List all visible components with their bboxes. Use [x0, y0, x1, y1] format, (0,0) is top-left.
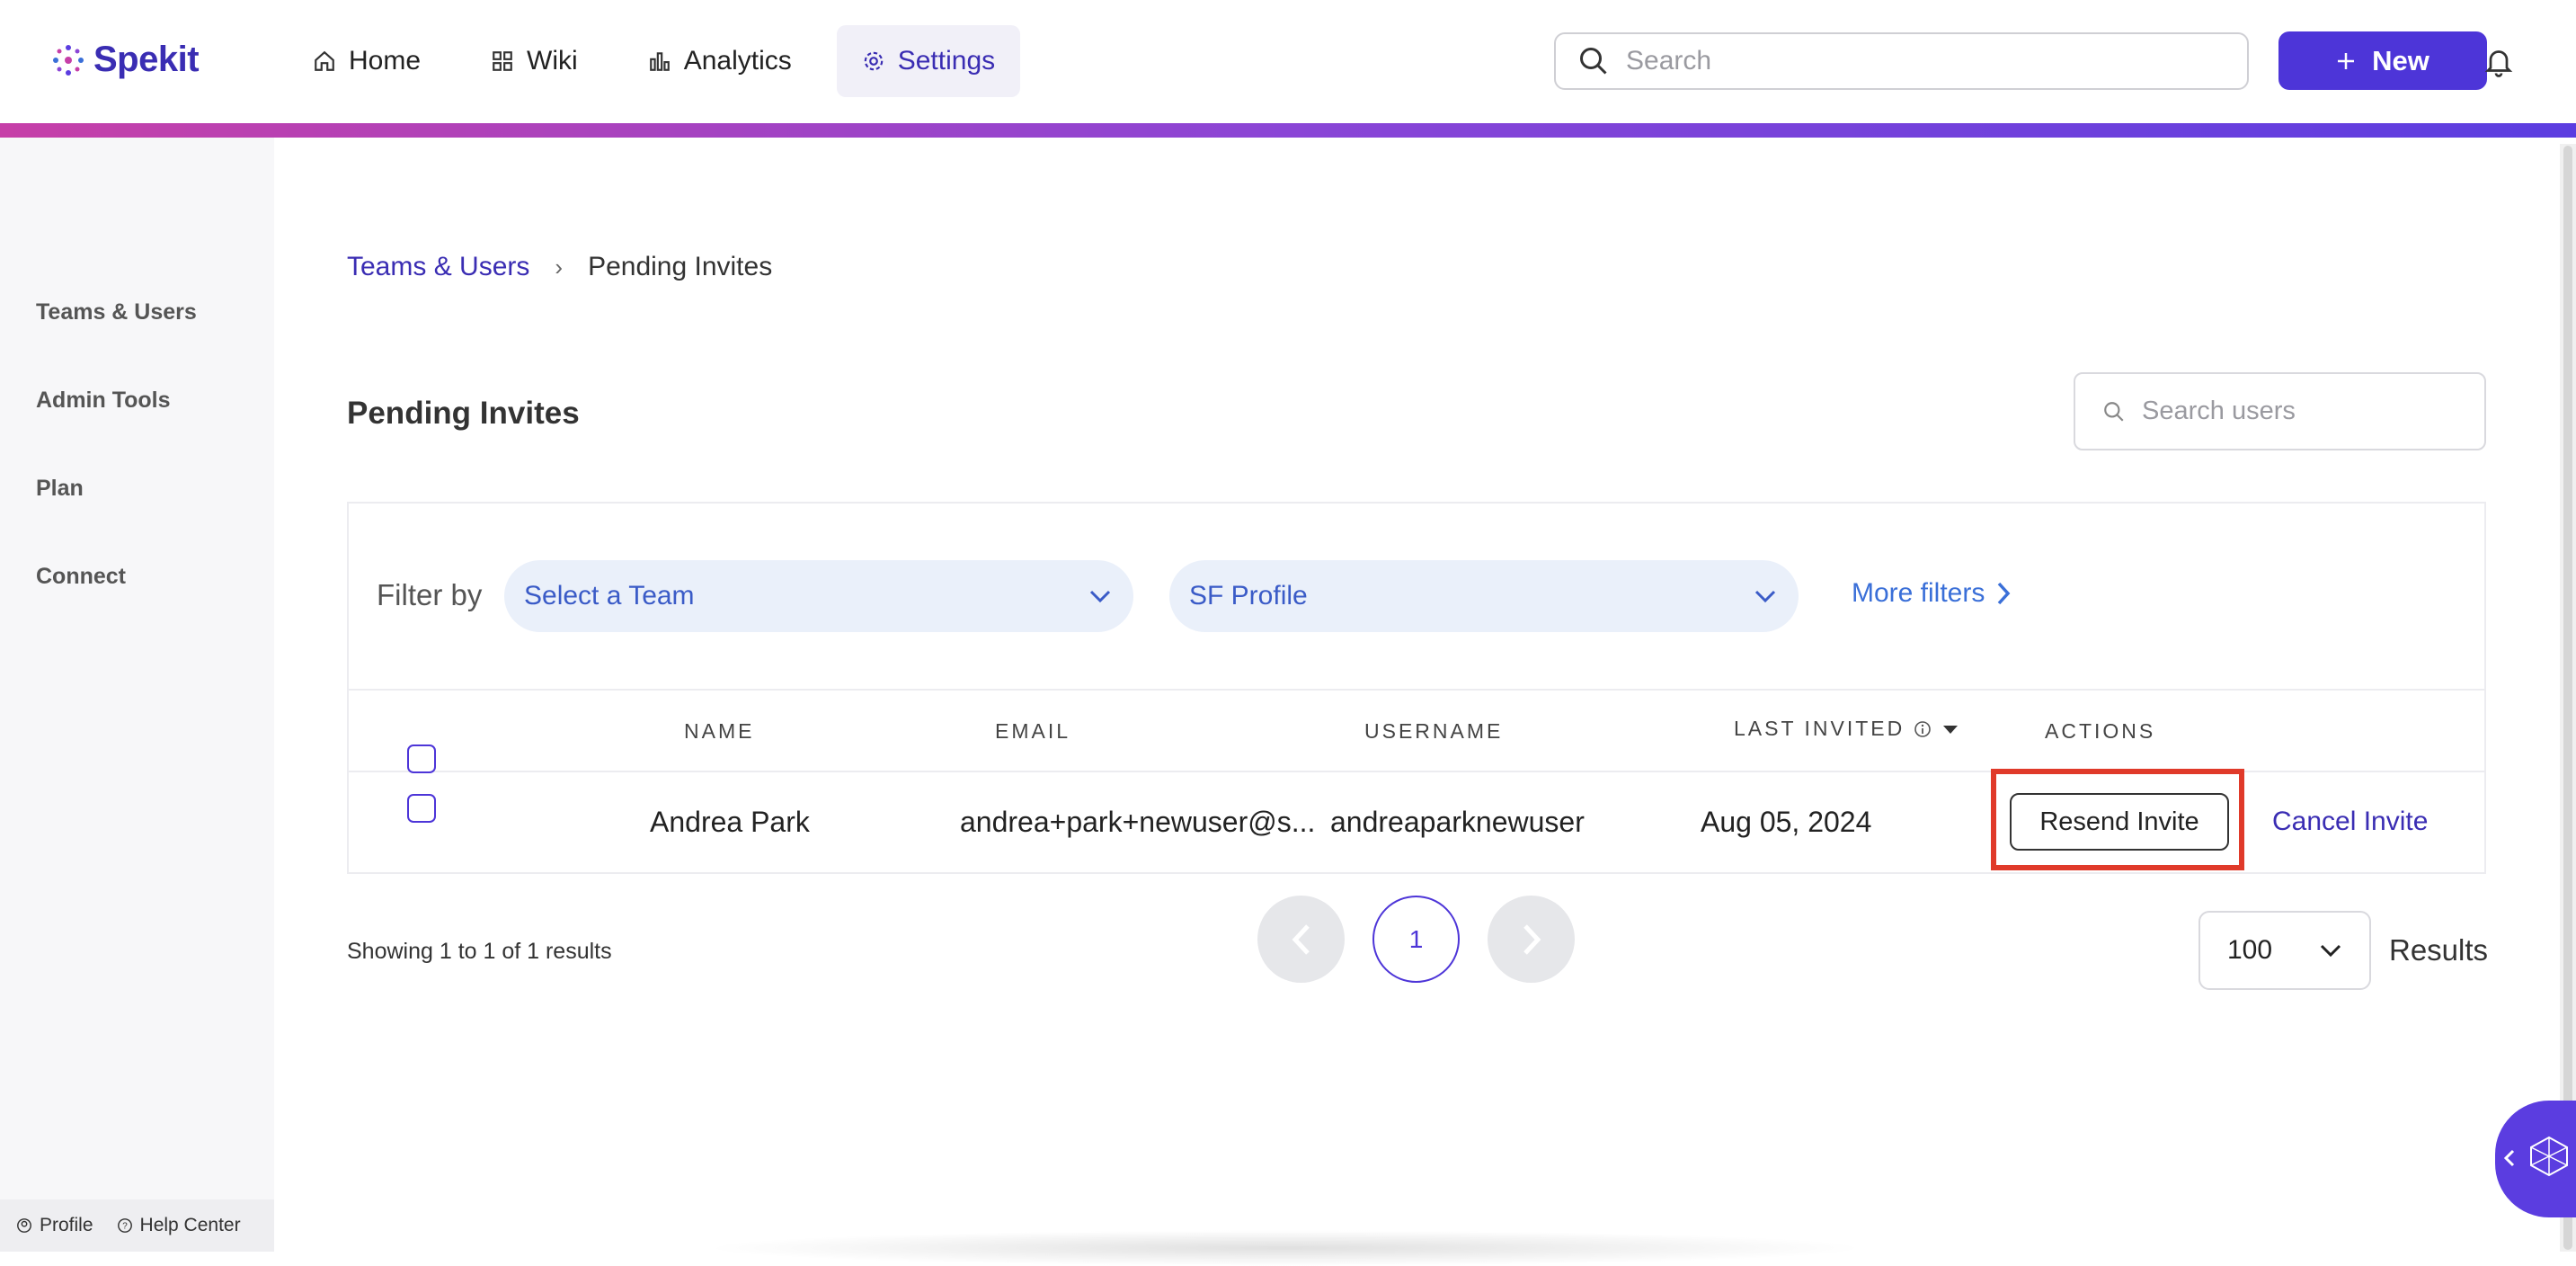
results-label: Results	[2389, 933, 2489, 967]
row-email: andrea+park+newuser@s...	[960, 806, 1316, 838]
user-search-input[interactable]	[2142, 397, 2465, 426]
help-center-link[interactable]: ? Help Center	[117, 1215, 241, 1236]
chevron-down-icon	[2320, 944, 2341, 958]
scrollbar-thumb[interactable]	[2563, 146, 2572, 1250]
breadcrumb-teams-users[interactable]: Teams & Users	[347, 252, 529, 282]
header-gradient-divider	[0, 123, 2576, 138]
profile-icon	[17, 1218, 31, 1233]
chevron-down-icon	[1089, 590, 1111, 603]
page-1-button[interactable]: 1	[1372, 896, 1460, 983]
breadcrumb-current: Pending Invites	[588, 252, 773, 281]
nav-settings[interactable]: Settings	[836, 25, 1021, 97]
row-username: andreaparknewuser	[1330, 806, 1585, 838]
gear-icon	[864, 51, 884, 71]
home-icon	[315, 50, 334, 71]
nav-analytics[interactable]: Analytics	[623, 25, 817, 97]
breadcrumb-separator: ›	[555, 253, 564, 281]
help-icon: ?	[117, 1218, 132, 1233]
page-size-select[interactable]: 100	[2198, 911, 2371, 990]
row-name: Andrea Park	[650, 806, 810, 838]
chevron-left-icon	[2503, 1149, 2515, 1167]
page-title: Pending Invites	[347, 396, 580, 431]
resend-invite-button[interactable]: Resend Invite	[2010, 793, 2229, 851]
sidebar-item-teams-users[interactable]: Teams & Users	[36, 299, 197, 325]
nav-analytics-label: Analytics	[683, 46, 792, 76]
chart-icon	[649, 52, 670, 71]
settings-sidebar: Teams & Users Admin Tools Plan Connect	[0, 138, 274, 1252]
breadcrumb: Teams & Users › Pending Invites	[347, 252, 772, 282]
bell-icon[interactable]	[2483, 45, 2515, 77]
chevron-right-icon	[1998, 582, 2011, 605]
column-header-last-invited[interactable]: LAST INVITED	[1734, 717, 1960, 741]
svg-text:?: ?	[122, 1222, 128, 1232]
profile-label: Profile	[40, 1215, 93, 1235]
column-header-email[interactable]: EMAIL	[995, 719, 1070, 744]
chevron-down-icon	[1754, 590, 1776, 603]
logo-text: Spekit	[93, 40, 200, 79]
new-button[interactable]: New	[2278, 31, 2487, 90]
sidebar-footer: Profile ? Help Center	[0, 1199, 274, 1252]
team-select-value: Select a Team	[524, 581, 695, 611]
search-icon	[1580, 48, 1607, 75]
page-size-value: 100	[2227, 935, 2273, 965]
nav-settings-label: Settings	[897, 46, 996, 76]
search-icon	[2104, 401, 2124, 422]
team-select[interactable]: Select a Team	[504, 560, 1133, 632]
info-icon[interactable]	[1914, 720, 1932, 738]
nav-home-label: Home	[349, 46, 422, 76]
filter-label: Filter by	[377, 578, 483, 611]
spekit-logo[interactable]: Spekit	[50, 40, 200, 80]
nav-home[interactable]: Home	[288, 25, 446, 97]
column-header-username[interactable]: USERNAME	[1364, 719, 1503, 744]
bottom-shadow	[701, 1230, 1870, 1266]
select-all-checkbox[interactable]	[407, 744, 436, 773]
sidebar-item-admin-tools[interactable]: Admin Tools	[36, 388, 171, 414]
chevron-right-icon	[1523, 923, 1541, 955]
new-button-label: New	[2372, 44, 2429, 76]
sort-desc-icon[interactable]	[1941, 723, 1960, 736]
top-bar: Spekit Home Wiki Analytics Settings New	[0, 0, 2576, 123]
last-invited-label: LAST INVITED	[1734, 717, 1905, 740]
next-page-button[interactable]	[1488, 896, 1575, 983]
user-search[interactable]	[2074, 372, 2486, 450]
results-summary: Showing 1 to 1 of 1 results	[347, 939, 612, 964]
row-checkbox[interactable]	[407, 794, 436, 823]
column-header-name[interactable]: NAME	[684, 719, 754, 744]
cancel-invite-link[interactable]: Cancel Invite	[2272, 807, 2428, 837]
main-nav: Home Wiki Analytics Settings	[288, 25, 1021, 97]
sidebar-item-plan[interactable]: Plan	[36, 476, 84, 502]
sf-profile-select[interactable]: SF Profile	[1169, 560, 1799, 632]
prev-page-button[interactable]	[1257, 896, 1345, 983]
profile-link[interactable]: Profile	[16, 1215, 93, 1236]
global-search-input[interactable]	[1626, 46, 2210, 76]
row-last-invited: Aug 05, 2024	[1701, 806, 1872, 838]
column-header-actions: ACTIONS	[2045, 719, 2156, 743]
global-search[interactable]	[1554, 32, 2249, 90]
nav-wiki-label: Wiki	[527, 46, 578, 76]
grid-icon	[493, 51, 512, 71]
more-filters-link[interactable]: More filters	[1852, 578, 2012, 609]
logo-icon	[53, 44, 84, 76]
network-icon	[2530, 1136, 2568, 1177]
chevron-left-icon	[1292, 923, 1310, 955]
sf-profile-select-value: SF Profile	[1189, 581, 1308, 611]
help-center-label: Help Center	[139, 1215, 241, 1235]
more-filters-label: More filters	[1852, 578, 1985, 608]
nav-wiki[interactable]: Wiki	[466, 25, 603, 97]
plus-icon	[2338, 52, 2355, 69]
sidebar-item-connect[interactable]: Connect	[36, 564, 126, 590]
